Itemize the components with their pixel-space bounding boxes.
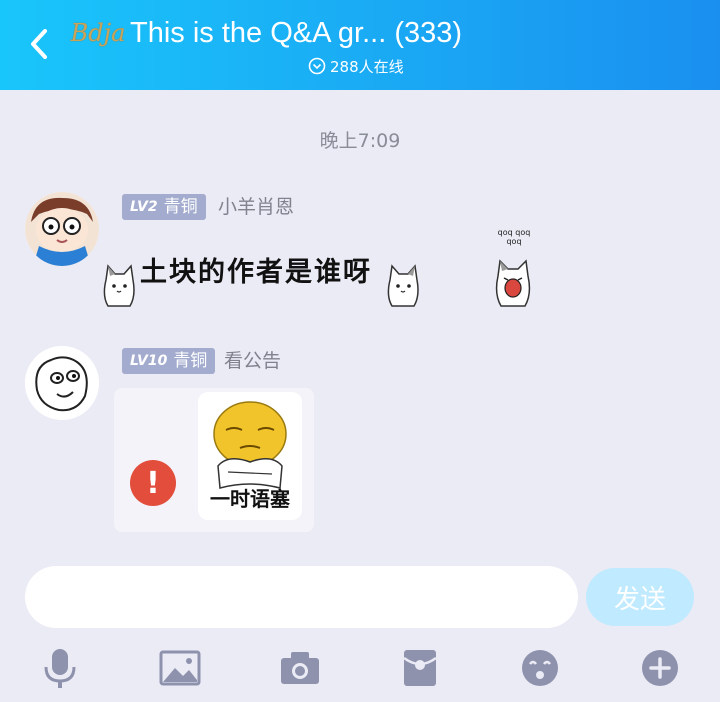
red-packet-button[interactable] — [392, 640, 448, 696]
avatar-image — [25, 346, 99, 420]
message-text[interactable]: 土块的作者是谁呀 — [140, 250, 372, 289]
cat-sticker-icon — [103, 264, 135, 307]
sticker-image[interactable]: 一时语塞 — [198, 392, 302, 520]
send-failed-icon[interactable]: ! — [130, 460, 176, 506]
chat-header: Bdja This is the Q&A gr... (333) 288人在线 — [0, 0, 720, 90]
image-icon — [159, 650, 201, 686]
level-label: LV10 — [130, 353, 168, 369]
avatar[interactable] — [25, 192, 99, 266]
level-label: LV2 — [130, 199, 158, 215]
group-title[interactable]: This is the Q&A gr... (333) — [130, 12, 650, 54]
message-timestamp: 晚上7:09 — [319, 130, 401, 152]
image-button[interactable] — [152, 640, 208, 696]
sticker-caption: 一时语塞 — [210, 487, 290, 511]
emoji-icon — [522, 650, 558, 686]
group-logo: Bdja — [70, 19, 126, 47]
avatar-image — [25, 192, 99, 266]
back-button[interactable] — [18, 22, 62, 66]
chevron-left-icon — [31, 29, 47, 59]
level-badge: LV2 青铜 — [122, 194, 206, 220]
mic-icon — [44, 649, 76, 688]
level-badge: LV10 青铜 — [122, 348, 216, 374]
online-count[interactable]: 288人在线 — [308, 54, 404, 78]
message-input[interactable] — [25, 566, 578, 628]
avatar[interactable] — [25, 346, 99, 420]
voice-button[interactable] — [32, 640, 88, 696]
sender-name[interactable]: 小羊肖恩 — [218, 194, 294, 220]
plus-icon — [642, 650, 678, 686]
rank-label: 青铜 — [163, 197, 198, 217]
chevron-down-circle-icon — [308, 57, 326, 75]
send-button[interactable]: 发送 — [586, 568, 694, 626]
cat-sticker-icon — [387, 264, 419, 307]
input-toolbar — [0, 640, 720, 696]
rank-label: 青铜 — [173, 351, 208, 371]
camera-button[interactable] — [272, 640, 328, 696]
red-packet-icon — [403, 650, 437, 686]
emoji-button[interactable] — [512, 640, 568, 696]
sticker-sound-text: qoq qoq qoq — [497, 228, 531, 246]
camera-icon — [281, 652, 319, 684]
more-button[interactable] — [632, 640, 688, 696]
crying-cat-sticker-icon — [495, 259, 531, 307]
online-count-label: 288人在线 — [330, 57, 404, 76]
sender-name[interactable]: 看公告 — [224, 348, 281, 374]
